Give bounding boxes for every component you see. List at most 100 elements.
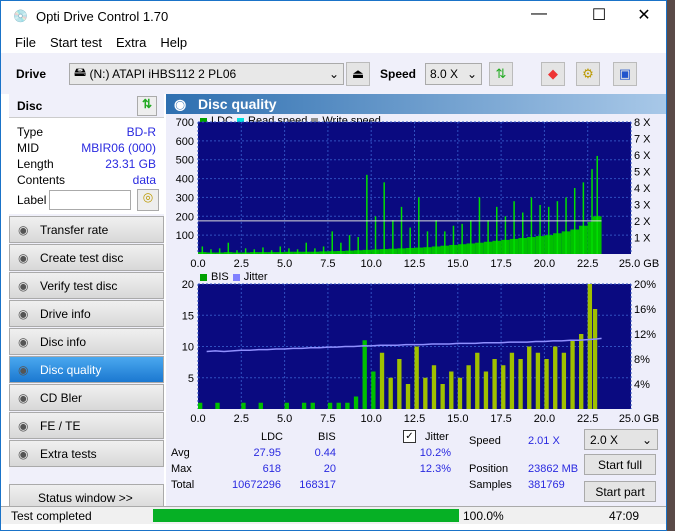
erase-button[interactable]: ◆ (541, 62, 565, 86)
menu-start-test[interactable]: Start test (50, 35, 102, 50)
bis-bar (327, 402, 333, 409)
nav-drive-info[interactable]: ◉ Drive info (9, 300, 164, 327)
menu-help[interactable]: Help (160, 35, 187, 50)
disc-icon: ◉ (18, 390, 29, 405)
drive-label: Drive (16, 66, 47, 81)
status-bar: Test completed 100.0% 47:09 (1, 506, 666, 524)
bis-bar (509, 352, 515, 409)
bis-bar (483, 371, 489, 409)
stat-jitter-value: 12.3% (419, 463, 451, 475)
drive-select[interactable]: 🖴 (N:) ATAPI iHBS112 2 PL06 ⌄ (69, 62, 344, 85)
bis-bar (345, 402, 350, 409)
menu-bar: File Start test Extra Help (1, 31, 666, 53)
contents-value: data (132, 173, 156, 187)
nav-extra-tests[interactable]: ◉ Extra tests (9, 440, 164, 467)
nav-cd-bler[interactable]: ◉ CD Bler (9, 384, 164, 411)
disc-icon: ◉ (18, 306, 29, 321)
y-tick-label: 400 (176, 174, 194, 186)
bis-bar (553, 346, 558, 409)
disc-icon: ◉ (18, 446, 29, 461)
menu-file[interactable]: File (15, 35, 36, 50)
disc-icon: ◉ (18, 362, 29, 377)
label-label: Label (17, 193, 47, 207)
y2-tick-label: 8% (634, 354, 650, 366)
bis-bar (431, 365, 437, 409)
nav-label: Disc quality (40, 362, 102, 377)
bis-bar (535, 352, 541, 409)
stat-ldc-value: 618 (262, 463, 281, 475)
x-tick-label: 15.0 (447, 413, 468, 424)
nav-disc-info[interactable]: ◉ Disc info (9, 328, 164, 355)
y2-tick-label: 20% (634, 279, 656, 291)
nav-fe-te[interactable]: ◉ FE / TE (9, 412, 164, 439)
floppy-icon: ▣ (618, 66, 632, 81)
close-button[interactable]: ✕ (621, 5, 667, 25)
save-button[interactable]: ▣ (613, 62, 637, 86)
x-tick-label: 20.0 (534, 413, 555, 424)
refresh-button[interactable]: ⇅ (489, 62, 513, 86)
speed-select[interactable]: 8.0 X ⌄ (425, 62, 482, 85)
test-speed-select[interactable]: 2.0 X ⌄ (584, 429, 658, 450)
y-tick-label: 100 (176, 230, 194, 242)
bis-bar (579, 334, 584, 409)
window-title: Opti Drive Control 1.70 (35, 8, 169, 24)
status-text: Test completed (11, 509, 92, 523)
disc-icon: ◉ (18, 334, 29, 349)
title-bar: 💿 Opti Drive Control 1.70 — ☐ ✕ (1, 1, 666, 31)
bis-bar (466, 365, 471, 409)
nav-label: Disc info (40, 334, 87, 349)
left-panel: Disc ⇅ Type BD-R MID MBIR06 (000) Length 23… (9, 94, 164, 511)
stat-ldc-value: 27.95 (253, 447, 281, 459)
mid-label: MID (17, 141, 39, 155)
contents-label: Contents (17, 173, 66, 187)
bis-bar (301, 402, 307, 409)
nav-label: Extra tests (40, 446, 97, 461)
y2-tick-label: 4 X (634, 183, 651, 195)
mid-value: MBIR06 (000) (81, 141, 156, 155)
bis-bar (397, 359, 402, 409)
nav-create-test-disc[interactable]: ◉ Create test disc (9, 244, 164, 271)
length-value: 23.31 GB (105, 157, 156, 171)
speed-value: 8.0 X (430, 66, 459, 81)
type-label: Type (17, 125, 44, 139)
x-tick-label: 10.0 (360, 413, 381, 424)
stat-bis-value: 0.44 (314, 447, 336, 459)
maximize-button[interactable]: ☐ (576, 5, 622, 25)
disc-label-button[interactable]: ◎ (137, 189, 159, 211)
nav-label: CD Bler (40, 390, 83, 405)
nav-label: Verify test disc (40, 278, 118, 293)
x-tick-label: 17.5 (490, 413, 511, 424)
menu-extra[interactable]: Extra (116, 35, 146, 50)
stat-row-label: Total (171, 479, 195, 491)
x-tick-label: 25.0 GB (619, 258, 659, 270)
y-tick-label: 700 (176, 117, 194, 129)
jitter-checkbox[interactable]: ✓ (403, 430, 416, 443)
y2-tick-label: 4% (634, 379, 650, 391)
x-tick-label: 12.5 (404, 258, 425, 270)
y-tick-label: 5 (188, 373, 194, 385)
speed-stat-value: 2.01 X (528, 435, 560, 447)
x-tick-label: 2.5 (234, 258, 249, 270)
drive-value: (N:) ATAPI iHBS112 2 PL06 (89, 66, 237, 81)
nav-disc-quality[interactable]: ◉ Disc quality (9, 356, 164, 383)
nav-transfer-rate[interactable]: ◉ Transfer rate (9, 216, 164, 243)
col-bis: BIS (318, 431, 336, 443)
disc-quality-panel: ◉ Disc quality LDC Read speed Write speed… (166, 94, 666, 506)
bis-bar (405, 384, 411, 409)
nav-verify-test-disc[interactable]: ◉ Verify test disc (9, 272, 164, 299)
x-tick-label: 0.0 (190, 258, 205, 270)
start-part-button[interactable]: Start part (584, 481, 656, 502)
x-tick-label: 12.5 (404, 413, 425, 424)
y2-tick-label: 2 X (634, 216, 651, 228)
start-full-button[interactable]: Start full (584, 454, 656, 475)
y-tick-label: 20 (182, 279, 194, 291)
label-input[interactable] (49, 190, 131, 210)
eject-icon: ⏏ (351, 66, 365, 81)
elapsed-time: 47:09 (609, 509, 640, 523)
eject-button[interactable]: ⏏ (346, 62, 370, 86)
x-tick-label: 5.0 (277, 258, 292, 270)
disc-refresh-button[interactable]: ⇅ (137, 96, 157, 116)
settings-button[interactable]: ⚙ (576, 62, 600, 86)
minimize-button[interactable]: — (516, 5, 562, 23)
stats-area: LDC BIS ✓ Jitter Avg 27.95 0.44 10.2% Max… (166, 429, 666, 504)
